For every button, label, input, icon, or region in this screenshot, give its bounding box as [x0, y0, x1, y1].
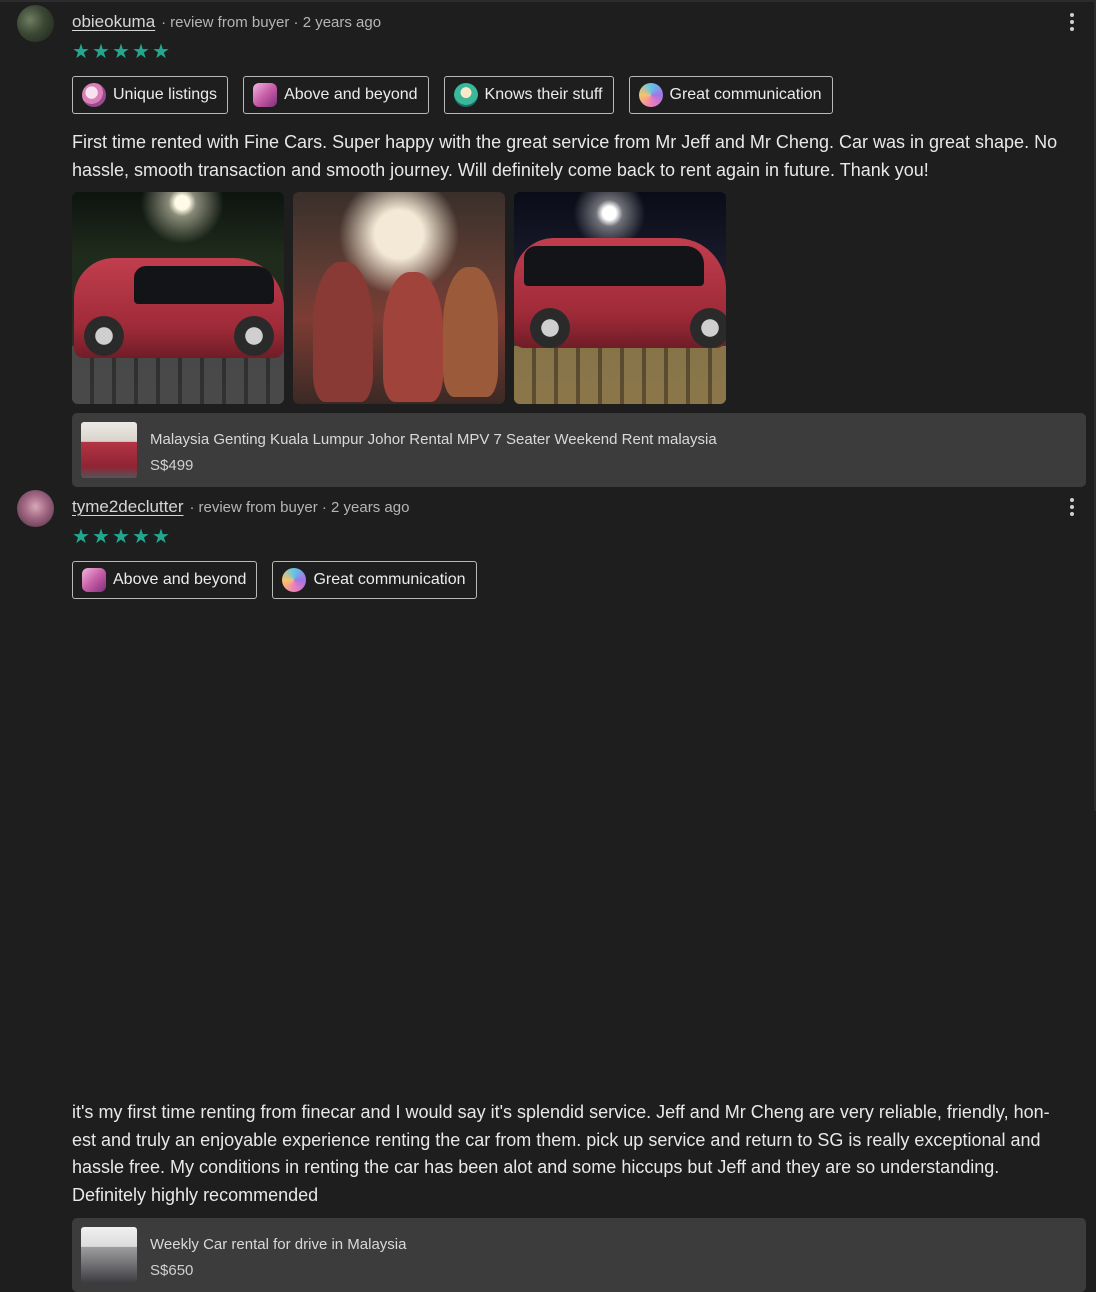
review-header: obieokuma · review from buyer · 2 years a… [72, 10, 381, 34]
star-rating: ★ ★ ★ ★ ★ [72, 42, 170, 62]
star-rating: ★ ★ ★ ★ ★ [72, 527, 170, 547]
review-header: tyme2declutter · review from buyer · 2 ye… [72, 495, 409, 519]
review-meta-text: review from buyer · 2 years ago [170, 13, 382, 31]
listing-thumbnail [81, 1227, 137, 1283]
star-icon: ★ [112, 526, 130, 548]
star-icon: ★ [132, 526, 150, 548]
review-photo[interactable] [72, 192, 284, 404]
tag-label: Great communication [313, 571, 466, 588]
car-shape [74, 258, 284, 358]
listing-price: S$499 [150, 457, 194, 474]
tag-label: Knows their stuff [484, 86, 603, 103]
listing-title: Malaysia Genting Kuala Lumpur Johor Rent… [150, 431, 717, 448]
star-icon: ★ [92, 41, 110, 63]
chat-bubble-icon [638, 83, 663, 107]
review-photo[interactable] [514, 192, 726, 404]
review-photo[interactable] [293, 192, 505, 404]
listing-thumbnail [81, 422, 137, 478]
above-beyond-icon [253, 83, 278, 107]
star-icon: ★ [72, 526, 90, 548]
listing-card[interactable]: Weekly Car rental for drive in Malaysia … [72, 1218, 1086, 1292]
review-tags: Unique listings Above and beyond Knows t… [72, 76, 833, 114]
star-icon: ★ [132, 41, 150, 63]
review-photos [72, 192, 726, 404]
tag-above-and-beyond: Above and beyond [72, 561, 258, 599]
magnifier-icon [82, 83, 106, 107]
car-shape [514, 238, 726, 348]
reviewer-username[interactable]: tyme2declutter [72, 497, 184, 517]
pavement-shape [514, 346, 726, 404]
star-icon: ★ [92, 526, 110, 548]
tag-great-communication: Great communication [272, 561, 477, 599]
more-options-button[interactable] [1062, 10, 1082, 34]
star-icon: ★ [72, 41, 90, 63]
tag-knows-their-stuff: Knows their stuff [443, 76, 614, 114]
tag-unique-listings: Unique listings [72, 76, 229, 114]
review-text: it's my first time renting from finecar … [72, 1102, 1050, 1205]
reviewer-username[interactable]: obieokuma [72, 12, 155, 32]
tag-label: Unique listings [113, 86, 218, 103]
review-meta: · review from buyer · 2 years ago [161, 13, 382, 31]
listing-price: S$650 [150, 1262, 194, 1279]
chat-bubble-icon [282, 568, 307, 592]
avatar[interactable] [17, 5, 54, 42]
star-icon: ★ [152, 526, 170, 548]
more-options-button[interactable] [1062, 495, 1082, 519]
tag-great-communication: Great communication [628, 76, 833, 114]
tag-label: Great communication [669, 86, 822, 103]
review-tags: Above and beyond Great communication [72, 561, 477, 599]
review-text: First time rented with Fine Cars. Super … [72, 132, 1058, 180]
tag-label: Above and beyond [113, 571, 247, 588]
lightbulb-icon [453, 83, 478, 107]
review-meta-text: review from buyer · 2 years ago [198, 498, 410, 516]
star-icon: ★ [112, 41, 130, 63]
listing-card[interactable]: Malaysia Genting Kuala Lumpur Johor Rent… [72, 413, 1086, 487]
avatar[interactable] [17, 490, 54, 527]
tag-above-and-beyond: Above and beyond [243, 76, 429, 114]
top-border [0, 0, 1096, 2]
star-icon: ★ [152, 41, 170, 63]
tag-label: Above and beyond [284, 86, 418, 103]
above-beyond-icon [82, 568, 106, 592]
review-meta: · review from buyer · 2 years ago [189, 498, 410, 516]
listing-title: Weekly Car rental for drive in Malaysia [150, 1236, 407, 1253]
